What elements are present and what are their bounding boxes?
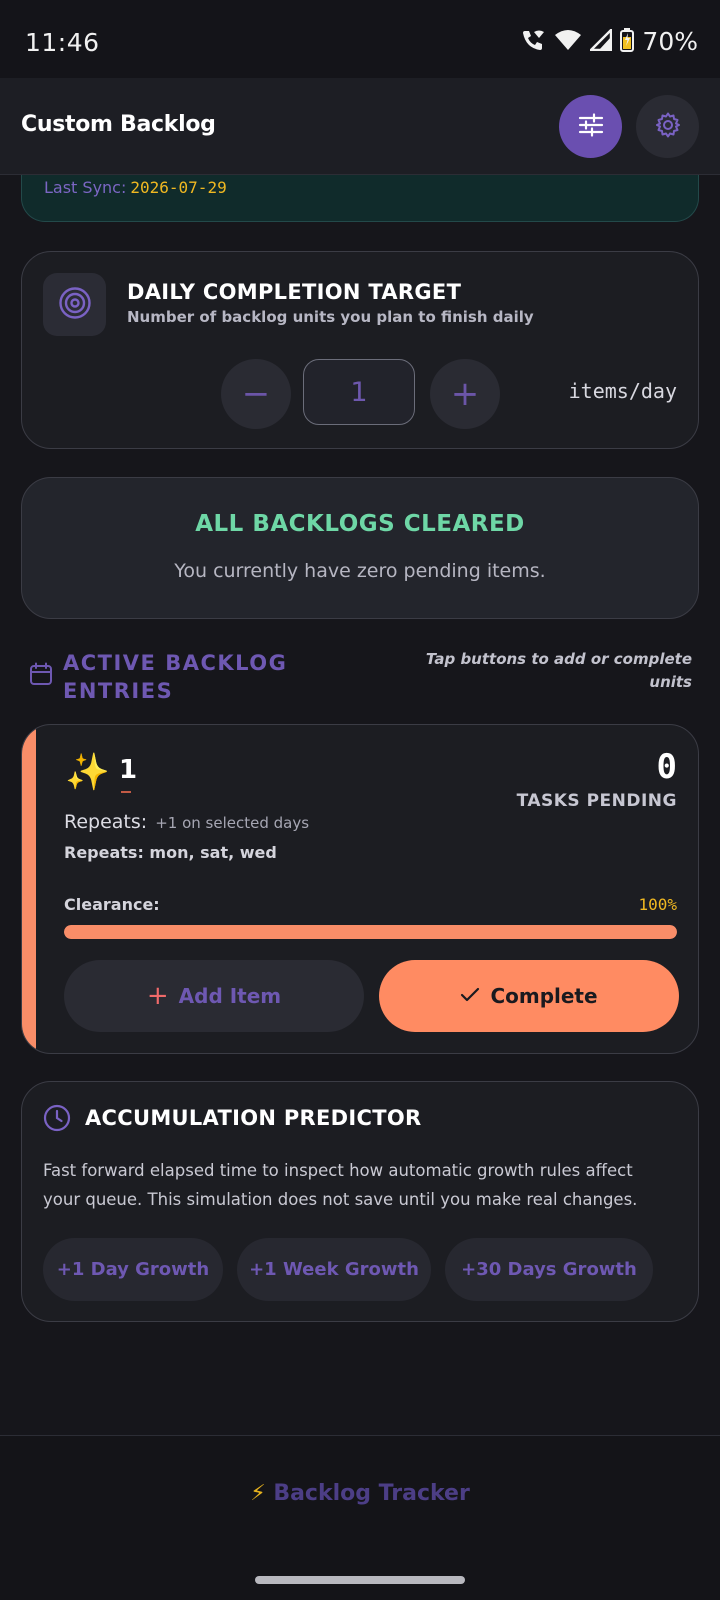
clearance-progress-bar [64, 925, 677, 939]
repeats-label: Repeats: [64, 811, 148, 833]
repeats-note: +1 on selected days [155, 814, 310, 832]
page-title: Custom Backlog [21, 112, 216, 137]
footer-title: Backlog Tracker [273, 1481, 470, 1506]
signal-icon [588, 26, 613, 55]
footer-brand: ⚡ Backlog Tracker [0, 1481, 720, 1506]
target-icon-box [43, 273, 106, 336]
plus-icon: + [146, 981, 169, 1011]
clearance-percent: 100% [638, 895, 677, 914]
daily-target-subtitle: Number of backlog units you plan to fini… [127, 308, 534, 326]
filter-button[interactable] [559, 95, 622, 158]
predictor-description: Fast forward elapsed time to inspect how… [43, 1161, 638, 1209]
daily-target-input[interactable]: 1 [303, 359, 415, 425]
minus-icon: − [241, 374, 271, 414]
check-icon [460, 984, 480, 1008]
battery-icon [620, 27, 635, 56]
clearance-label: Clearance: [64, 895, 160, 914]
target-icon [58, 286, 92, 324]
active-entries-header: ACTIVE BACKLOG ENTRIES Tap buttons to ad… [29, 645, 699, 705]
entry-color-stripe [22, 725, 36, 1053]
complete-label: Complete [490, 984, 598, 1008]
pending-label: TASKS PENDING [516, 791, 677, 811]
repeat-days: Repeats: mon, sat, wed [64, 843, 277, 862]
wifi-icon [554, 29, 582, 55]
decrease-target-button[interactable]: − [221, 359, 291, 429]
active-entries-hint: Tap buttons to add or complete units [425, 650, 692, 691]
entry-name-underline [121, 791, 131, 793]
add-item-label: Add Item [178, 984, 282, 1008]
cleared-message: You currently have zero pending items. [174, 560, 546, 582]
cleared-title: ALL BACKLOGS CLEARED [195, 511, 525, 537]
add-item-button[interactable]: + Add Item [64, 960, 364, 1032]
entry-name[interactable]: 1 [119, 755, 137, 785]
growth-1-day-button[interactable]: +1 Day Growth [43, 1238, 223, 1301]
phone-wifi-icon [520, 28, 546, 56]
home-indicator[interactable] [255, 1576, 465, 1584]
last-sync-date: 2026-07-29 [130, 178, 227, 197]
status-bar: 11:46 70% [0, 0, 720, 78]
app-header: Custom Backlog [0, 78, 720, 175]
daily-target-title: DAILY COMPLETION TARGET [127, 280, 462, 304]
active-entries-title: ACTIVE BACKLOG ENTRIES [63, 651, 288, 703]
bolt-icon: ⚡ [250, 1481, 266, 1506]
increase-target-button[interactable]: + [430, 359, 500, 429]
clearance-progress-fill [64, 925, 677, 939]
predictor-card: ACCUMULATION PREDICTOR Fast forward elap… [21, 1081, 699, 1322]
settings-button[interactable] [636, 95, 699, 158]
daily-target-unit: items/day [568, 379, 677, 403]
repeats-row: Repeats: +1 on selected days [64, 811, 309, 833]
sliders-icon [578, 112, 604, 142]
clock-icon [43, 1104, 71, 1136]
last-sync-label: Last Sync: [44, 178, 127, 197]
gear-icon [655, 112, 681, 142]
complete-button[interactable]: Complete [379, 960, 679, 1032]
predictor-title: ACCUMULATION PREDICTOR [85, 1106, 422, 1130]
backlog-entry-card: ✨ 1 0 TASKS PENDING Repeats: +1 on select… [21, 724, 699, 1054]
last-sync: Last Sync: 2026-07-29 [44, 178, 227, 197]
status-icons: 70% [520, 26, 698, 56]
daily-target-card: DAILY COMPLETION TARGET Number of backlo… [21, 251, 699, 449]
calendar-icon [29, 662, 53, 690]
pending-count: 0 [656, 747, 677, 787]
growth-30-days-button[interactable]: +30 Days Growth [445, 1238, 653, 1301]
growth-1-week-button[interactable]: +1 Week Growth [237, 1238, 431, 1301]
sparkles-icon: ✨ [65, 752, 110, 793]
cleared-card: ALL BACKLOGS CLEARED You currently have … [21, 477, 699, 619]
battery-percent: 70% [642, 27, 698, 56]
status-time: 11:46 [25, 28, 100, 57]
plus-icon: + [450, 374, 480, 414]
